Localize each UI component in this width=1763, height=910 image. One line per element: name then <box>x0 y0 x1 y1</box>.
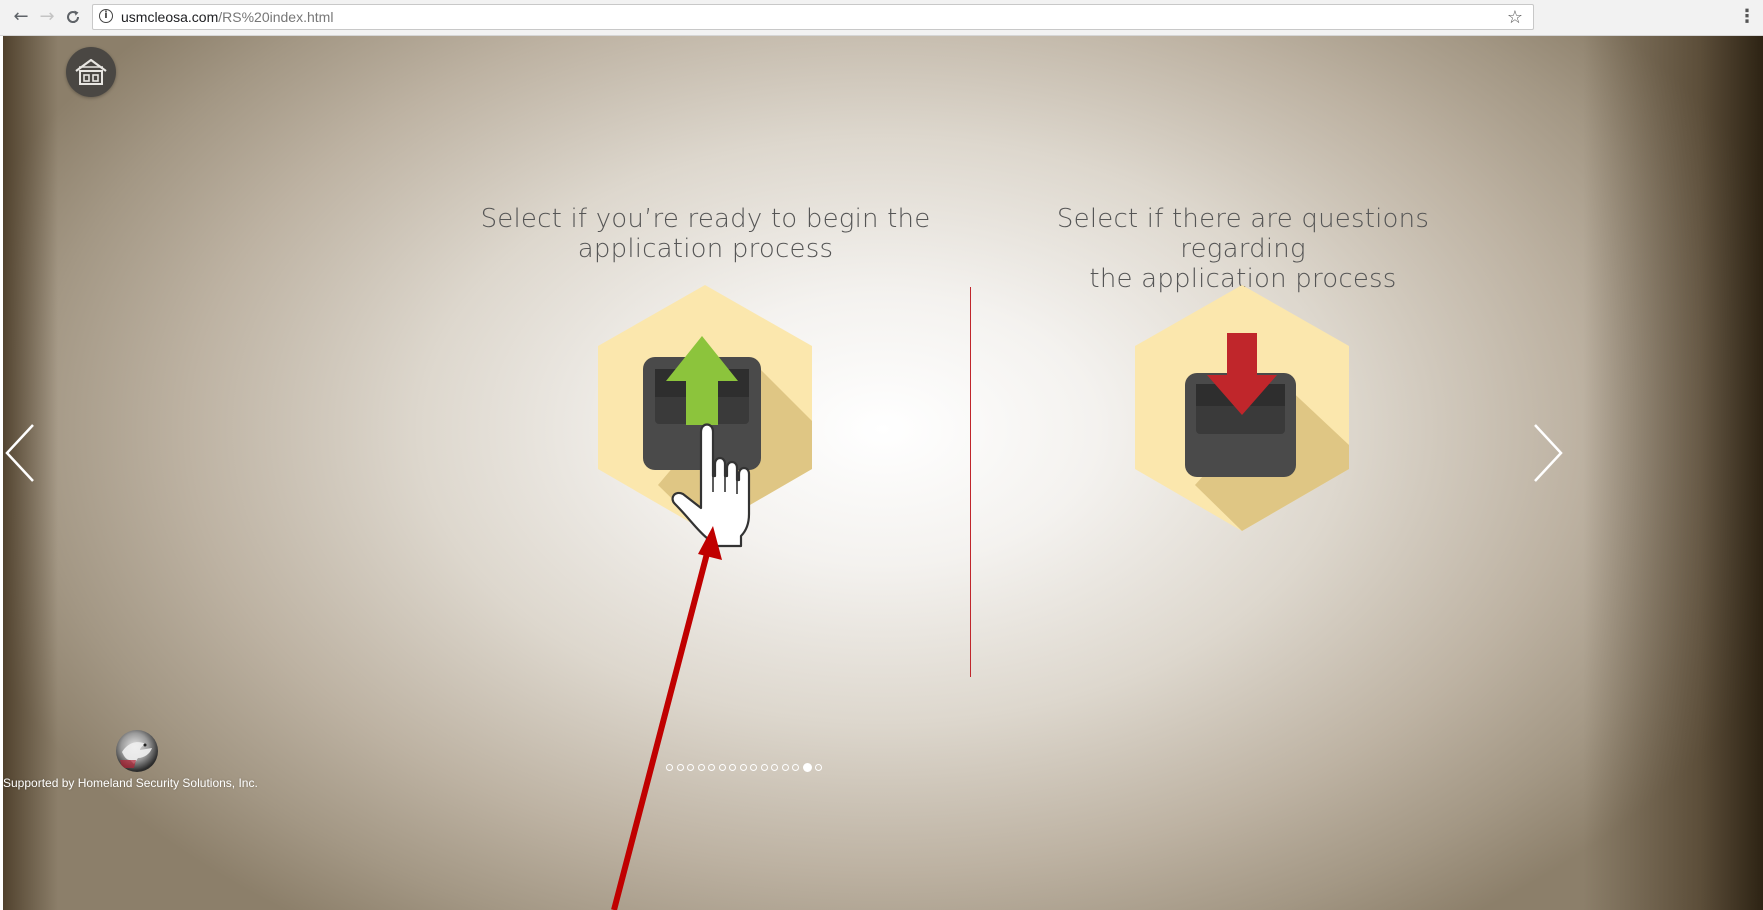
pagination-dot-active[interactable] <box>802 763 812 772</box>
eagle-logo <box>116 730 158 772</box>
url-text[interactable]: usmcleosa.com/RS%20index.html <box>121 9 333 25</box>
site-info-icon[interactable]: i <box>99 9 113 23</box>
back-arrow-icon[interactable]: ← <box>10 6 32 28</box>
vignette-right <box>1583 36 1763 910</box>
home-button[interactable] <box>66 47 116 97</box>
option-begin-title-line1: Select if you’re ready to begin the <box>480 204 931 234</box>
option-questions-title-line1: Select if there are questions regarding <box>1056 204 1430 264</box>
forward-arrow-icon[interactable]: → <box>36 6 58 28</box>
bookmark-star-icon[interactable]: ☆ <box>1507 7 1523 28</box>
pagination-dot[interactable] <box>771 764 778 771</box>
pagination-dot[interactable] <box>792 764 799 771</box>
pagination-dot[interactable] <box>729 764 736 771</box>
browser-menu-icon[interactable]: ⋮ <box>1738 6 1756 27</box>
pagination-dot[interactable] <box>750 764 757 771</box>
address-bar[interactable]: i usmcleosa.com/RS%20index.html ☆ <box>92 4 1534 30</box>
reload-icon[interactable] <box>62 6 84 28</box>
footer-credit: Supported by Homeland Security Solutions… <box>3 776 258 790</box>
pagination-dot[interactable] <box>781 764 789 771</box>
url-host: usmcleosa.com <box>121 9 219 25</box>
annotation-arrow-icon <box>611 526 722 910</box>
option-begin-title: Select if you’re ready to begin the appl… <box>473 204 938 264</box>
slide-stage: Select if you’re ready to begin the appl… <box>3 36 1763 910</box>
previous-slide-arrow-icon[interactable] <box>3 421 37 485</box>
pagination-dot[interactable] <box>739 764 747 771</box>
pagination-dot[interactable] <box>760 764 768 771</box>
download-tray-icon[interactable] <box>1135 285 1349 531</box>
next-slide-arrow-icon[interactable] <box>1531 421 1565 485</box>
browser-toolbar: ← → i usmcleosa.com/RS%20index.html ☆ ⋮ <box>0 0 1763 36</box>
url-path: /RS%20index.html <box>218 9 334 25</box>
home-icon <box>75 58 107 85</box>
options-divider <box>970 287 971 677</box>
option-begin-title-line2: application process <box>577 234 834 264</box>
pagination-dot[interactable] <box>815 764 822 771</box>
option-questions-title: Select if there are questions regarding … <box>1003 204 1483 294</box>
